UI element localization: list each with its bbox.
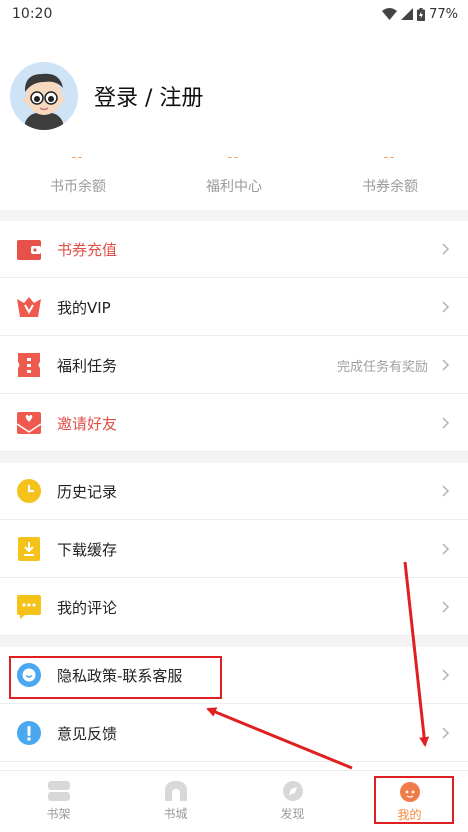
signal-icon — [401, 8, 414, 20]
chevron-right-icon — [442, 359, 450, 371]
bookshelf-icon — [47, 781, 70, 801]
ticket-icon — [17, 353, 41, 377]
wallet-icon — [17, 237, 41, 261]
annotation-box-mine-tab — [374, 776, 454, 824]
menu-item-invite-friends[interactable]: 邀请好友 — [0, 395, 468, 452]
vip-icon — [17, 295, 41, 319]
profile-header[interactable]: 登录 / 注册 — [0, 56, 468, 136]
tab-bookstore[interactable]: 书城 — [117, 771, 234, 832]
menu-item-feedback[interactable]: 意见反馈 — [0, 705, 468, 762]
chevron-right-icon — [442, 669, 450, 681]
menu-item-welfare-tasks[interactable]: 福利任务 完成任务有奖励 — [0, 337, 468, 394]
section-divider — [0, 636, 468, 647]
status-time: 10:20 — [12, 6, 53, 22]
chevron-right-icon — [442, 301, 450, 313]
comment-icon — [17, 595, 41, 619]
download-icon — [17, 537, 41, 561]
menu-label: 意见反馈 — [57, 724, 118, 743]
section-divider — [0, 452, 468, 463]
menu-item-history[interactable]: 历史记录 — [0, 463, 468, 520]
stat-coin-balance[interactable]: -- 书币余额 — [0, 150, 156, 208]
stat-label: 福利中心 — [206, 179, 262, 195]
clock-icon — [17, 479, 41, 503]
avatar[interactable] — [10, 62, 78, 130]
envelope-icon — [17, 411, 41, 435]
tab-discover[interactable]: 发现 — [234, 771, 351, 832]
menu-hint: 完成任务有奖励 — [336, 359, 428, 375]
menu-item-my-comments[interactable]: 我的评论 — [0, 579, 468, 636]
discover-icon — [282, 781, 303, 801]
stat-value: -- — [71, 150, 85, 164]
menu-label: 书券充值 — [57, 240, 118, 259]
tab-label: 书城 — [163, 807, 188, 821]
chevron-right-icon — [442, 485, 450, 497]
chevron-right-icon — [442, 243, 450, 255]
tab-bookshelf[interactable]: 书架 — [0, 771, 117, 832]
exclamation-icon — [17, 721, 41, 745]
menu-label: 我的VIP — [57, 298, 111, 317]
chevron-right-icon — [442, 601, 450, 613]
menu-item-download-cache[interactable]: 下载缓存 — [0, 521, 468, 578]
menu-label: 下载缓存 — [57, 540, 118, 559]
stats-row: -- 书币余额 -- 福利中心 -- 书券余额 — [0, 150, 468, 208]
login-register-link[interactable]: 登录 / 注册 — [94, 80, 203, 112]
menu-label: 邀请好友 — [57, 414, 118, 433]
chevron-right-icon — [442, 543, 450, 555]
status-icons: 77% — [382, 7, 458, 22]
bookstore-icon — [164, 781, 187, 801]
chevron-right-icon — [442, 727, 450, 739]
menu-label: 福利任务 — [57, 356, 118, 375]
wifi-icon — [382, 8, 398, 20]
stat-label: 书币余额 — [50, 179, 106, 195]
battery-icon — [417, 7, 426, 21]
status-bar: 10:20 77% — [0, 0, 468, 28]
stat-welfare-center[interactable]: -- 福利中心 — [156, 150, 312, 208]
annotation-box-privacy — [9, 656, 222, 699]
tab-label: 发现 — [280, 807, 305, 821]
stat-value: -- — [227, 150, 241, 164]
menu-item-voucher-recharge[interactable]: 书券充值 — [0, 221, 468, 278]
tab-label: 书架 — [46, 807, 71, 821]
battery-percent: 77% — [429, 6, 458, 22]
menu-label: 我的评论 — [57, 598, 118, 617]
section-divider — [0, 210, 468, 221]
stat-value: -- — [383, 150, 397, 164]
stat-label: 书券余额 — [362, 179, 418, 195]
chevron-right-icon — [442, 417, 450, 429]
menu-item-my-vip[interactable]: 我的VIP — [0, 279, 468, 336]
menu-label: 历史记录 — [57, 482, 118, 501]
stat-voucher-balance[interactable]: -- 书券余额 — [312, 150, 468, 208]
